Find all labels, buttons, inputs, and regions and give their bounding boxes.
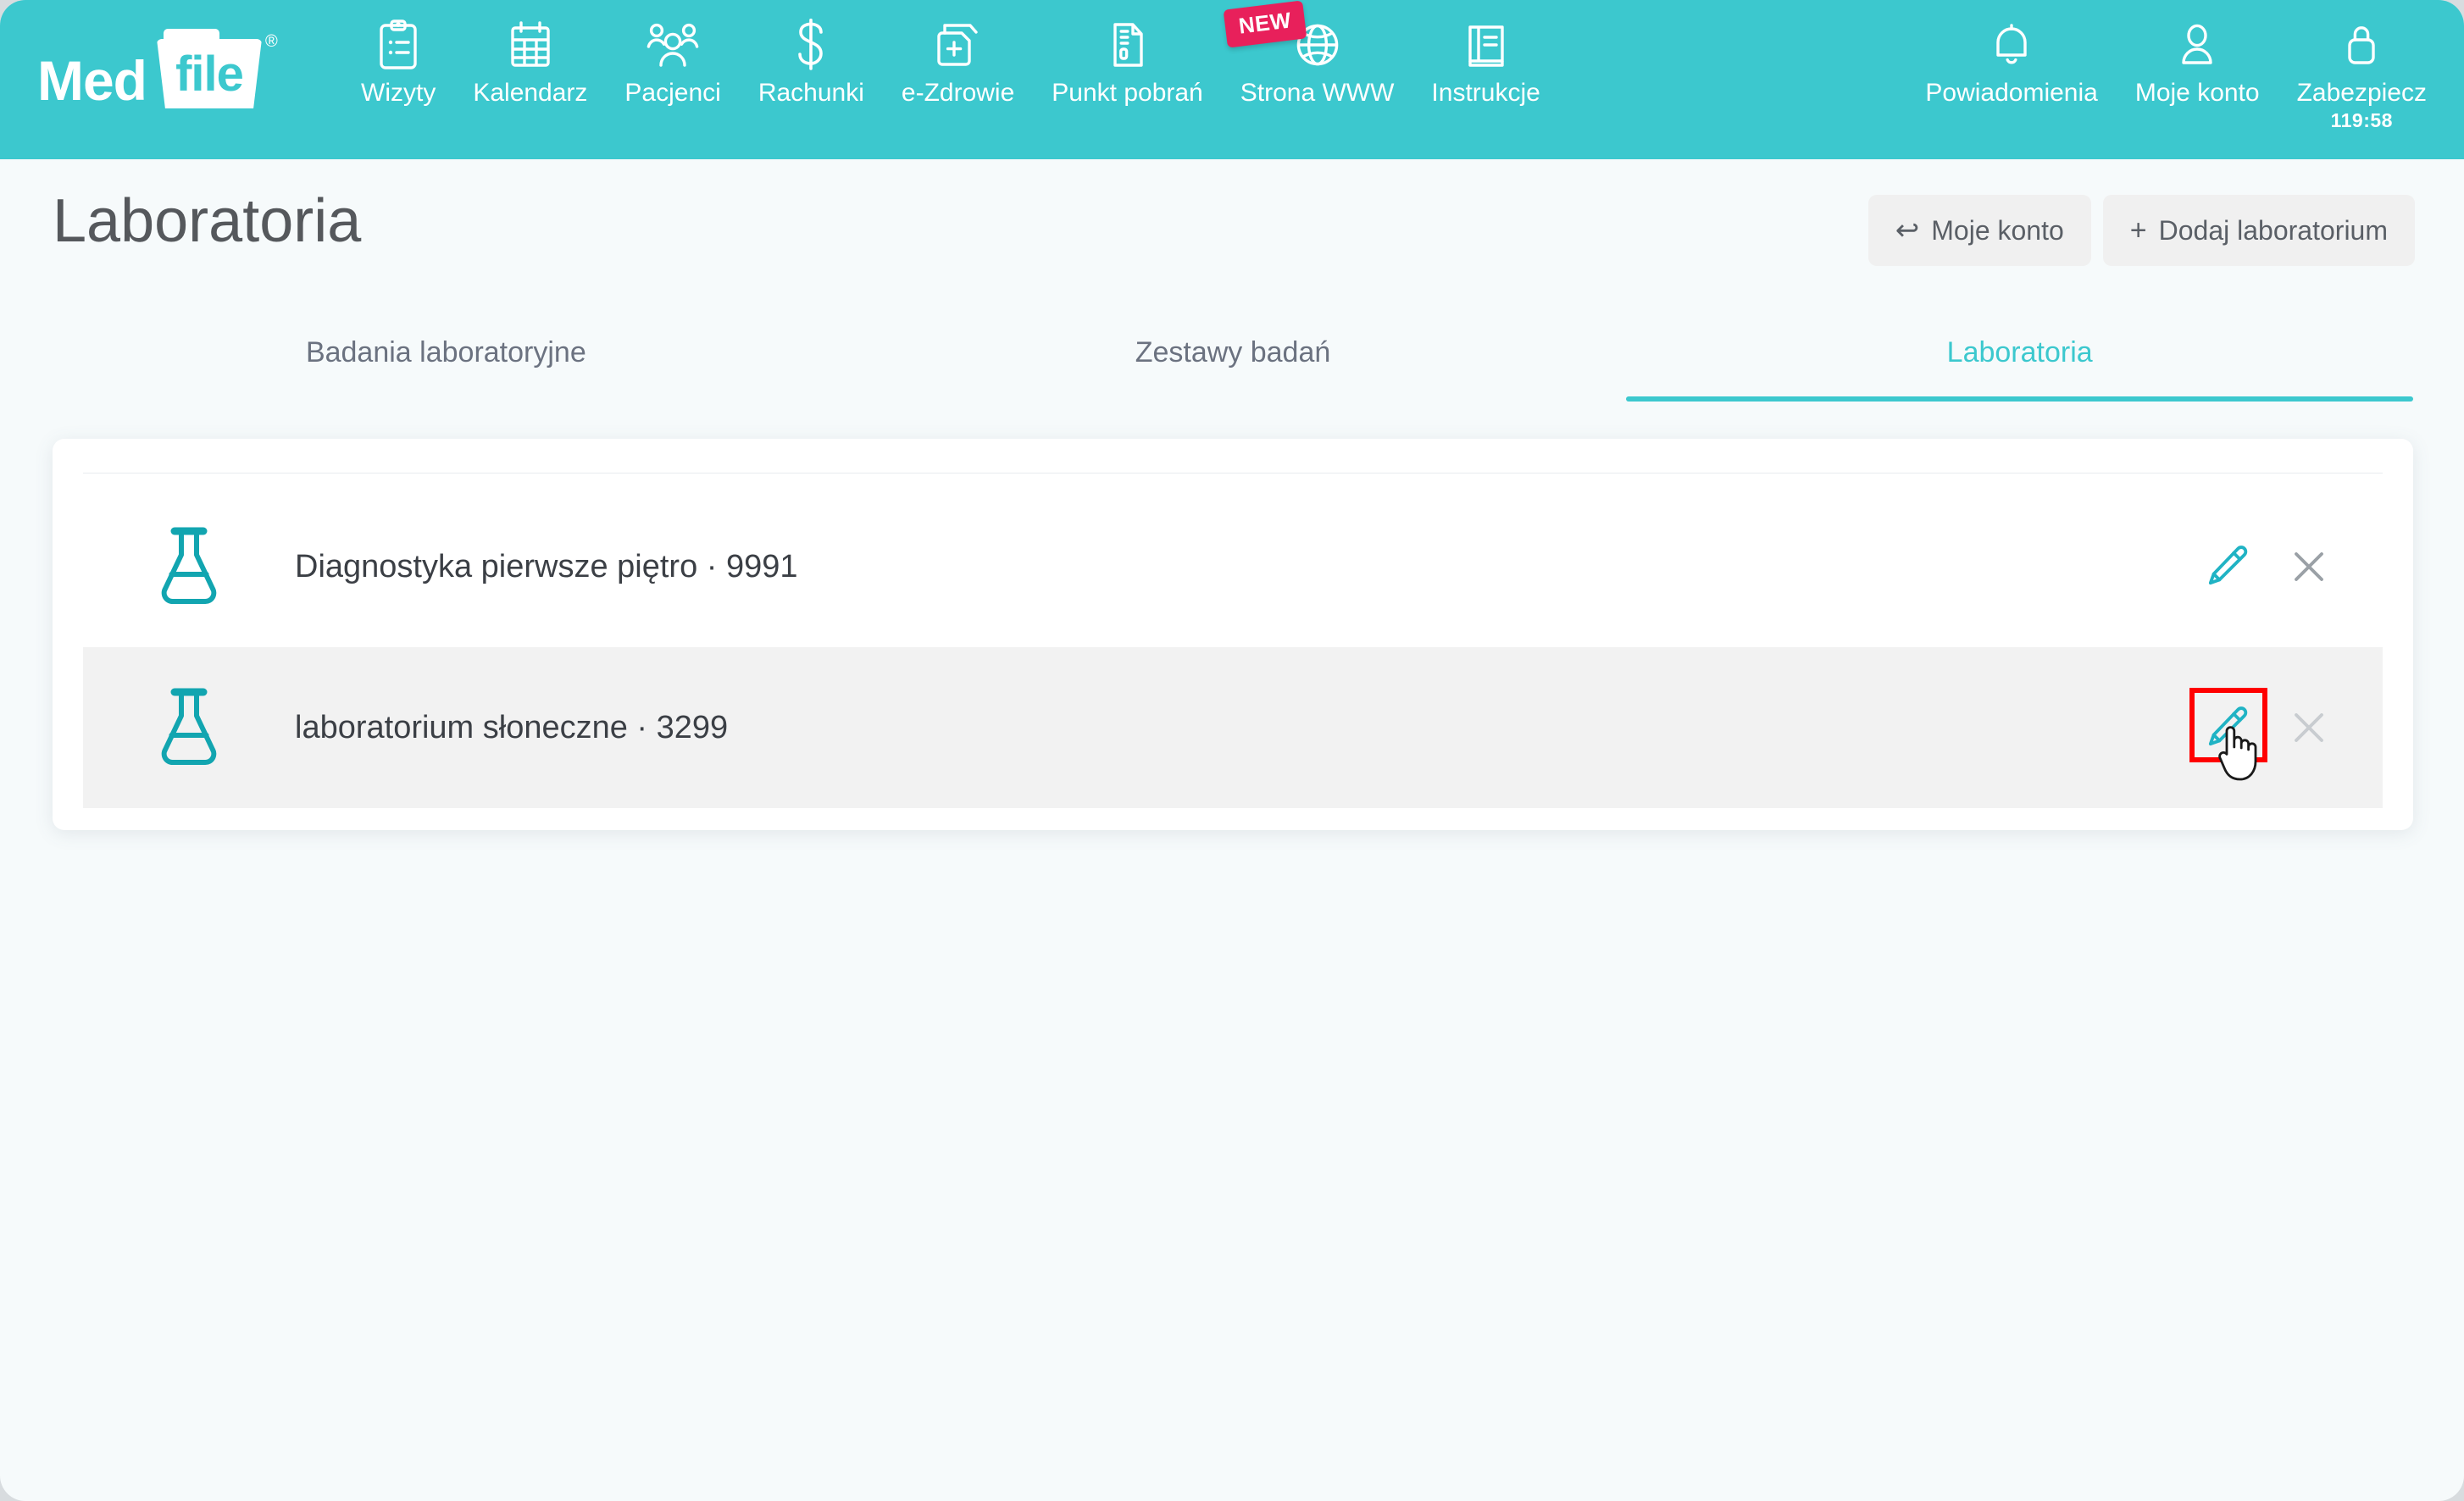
- logo-text-file: file: [175, 46, 244, 102]
- tab-label: Laboratoria: [1946, 335, 2093, 368]
- moje-konto-button-label: Moje konto: [1931, 214, 2064, 246]
- tab-badania-laboratoryjne[interactable]: Badania laboratoryjne: [53, 303, 840, 402]
- nav-label: Powiadomienia: [1925, 79, 2098, 107]
- dodaj-laboratorium-button[interactable]: + Dodaj laboratorium: [2102, 195, 2415, 266]
- back-arrow-icon: ↩: [1895, 214, 1920, 246]
- nav-item-ezdrowie[interactable]: e-Zdrowie: [883, 14, 1033, 108]
- table-row[interactable]: laboratorium słoneczne · 3299: [83, 647, 2383, 808]
- document-lines-icon: [1107, 19, 1149, 71]
- nav-item-strona-www[interactable]: NEW Strona WWW: [1222, 0, 1413, 108]
- tab-label: Zestawy badań: [1135, 335, 1331, 368]
- tab-laboratoria[interactable]: Laboratoria: [1626, 303, 2413, 402]
- tab-zestawy-badan[interactable]: Zestawy badań: [840, 303, 1627, 402]
- secondary-nav-items: Powiadomienia Moje konto Zabezpiecz 119:…: [1906, 14, 2445, 132]
- logo-registered-mark: ®: [265, 32, 278, 51]
- dollar-sign-icon: [794, 19, 828, 71]
- nav-item-kalendarz[interactable]: Kalendarz: [454, 14, 606, 108]
- logo-folder-icon: file: [157, 29, 262, 108]
- laboratories-card: Diagnostyka pierwsze piętro · 9991 labor…: [53, 439, 2413, 830]
- people-group-icon: [647, 19, 699, 71]
- laboratories-list: Diagnostyka pierwsze piętro · 9991 labor…: [83, 486, 2383, 808]
- card-top-divider: [83, 473, 2383, 474]
- book-icon: [1463, 19, 1509, 71]
- plus-icon: +: [2129, 214, 2147, 246]
- document-plus-icon: [935, 19, 982, 71]
- nav-label: Kalendarz: [473, 79, 588, 107]
- user-icon: [2176, 19, 2218, 71]
- primary-nav-items: Wizyty Kalendarz Pacjenci Rachunki e-Zdr…: [342, 0, 1559, 108]
- row-action-buttons: [2198, 537, 2383, 596]
- page-title: Laboratoria: [53, 187, 362, 255]
- logo-text-med: Med: [37, 49, 147, 112]
- nav-item-wizyty[interactable]: Wizyty: [342, 14, 454, 108]
- bell-icon: [1990, 19, 2034, 71]
- nav-item-rachunki[interactable]: Rachunki: [740, 14, 883, 108]
- nav-label: Pacjenci: [624, 79, 721, 107]
- nav-item-powiadomienia[interactable]: Powiadomienia: [1906, 14, 2116, 108]
- nav-label: Punkt pobrań: [1052, 79, 1203, 107]
- table-row[interactable]: Diagnostyka pierwsze piętro · 9991: [83, 486, 2383, 647]
- session-timer: 119:58: [2330, 109, 2393, 131]
- nav-label: Strona WWW: [1240, 79, 1395, 107]
- edit-laboratory-button[interactable]: [2198, 537, 2257, 596]
- nav-label: Moje konto: [2134, 79, 2260, 107]
- nav-item-zabezpiecz[interactable]: Zabezpiecz 119:58: [2278, 14, 2445, 132]
- nav-item-pacjenci[interactable]: Pacjenci: [606, 14, 739, 108]
- nav-label: e-Zdrowie: [901, 79, 1015, 107]
- app-window: Med file ® Wizyty Kalendarz Pacjenci Rac…: [0, 0, 2464, 1501]
- edit-laboratory-button[interactable]: [2189, 688, 2267, 762]
- moje-konto-button[interactable]: ↩ Moje konto: [1867, 195, 2091, 266]
- page-header: Laboratoria ↩ Moje konto + Dodaj laborat…: [0, 159, 2464, 295]
- laboratory-name: laboratorium słoneczne · 3299: [295, 710, 729, 745]
- nav-item-punkt-pobran[interactable]: Punkt pobrań: [1033, 14, 1221, 108]
- nav-label: Wizyty: [361, 79, 436, 107]
- delete-laboratory-button[interactable]: [2279, 537, 2339, 596]
- tab-label: Badania laboratoryjne: [305, 335, 586, 368]
- nav-item-moje-konto[interactable]: Moje konto: [2117, 14, 2278, 108]
- nav-label: Zabezpiecz: [2296, 79, 2427, 107]
- nav-label: Instrukcje: [1431, 79, 1540, 107]
- flask-icon-cell: [83, 685, 295, 770]
- delete-laboratory-button[interactable]: [2279, 698, 2339, 757]
- row-action-buttons: [2189, 688, 2383, 762]
- calendar-icon: [508, 19, 553, 71]
- nav-item-instrukcje[interactable]: Instrukcje: [1412, 14, 1558, 108]
- clipboard-list-icon: [376, 19, 420, 71]
- page-header-actions: ↩ Moje konto + Dodaj laboratorium: [1867, 195, 2415, 266]
- nav-label: Rachunki: [758, 79, 864, 107]
- dodaj-laboratorium-button-label: Dodaj laboratorium: [2158, 214, 2388, 246]
- top-navigation-bar: Med file ® Wizyty Kalendarz Pacjenci Rac…: [0, 0, 2464, 159]
- medfile-logo[interactable]: Med file ®: [37, 29, 278, 112]
- tab-bar: Badania laboratoryjne Zestawy badań Labo…: [53, 303, 2413, 402]
- laboratory-name: Diagnostyka pierwsze piętro · 9991: [295, 549, 798, 584]
- lock-icon: [2341, 19, 2382, 71]
- flask-icon-cell: [83, 524, 295, 609]
